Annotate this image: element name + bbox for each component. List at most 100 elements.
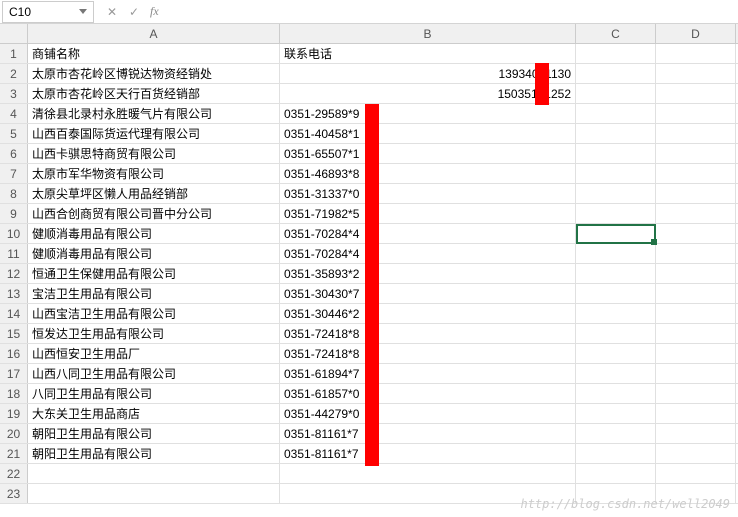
cell[interactable] bbox=[576, 284, 656, 303]
cell[interactable]: 0351-72418*8 bbox=[280, 344, 576, 363]
cell[interactable]: 恒发达卫生用品有限公司 bbox=[28, 324, 280, 343]
cell[interactable] bbox=[656, 84, 736, 103]
row-header[interactable]: 4 bbox=[0, 104, 28, 123]
cell[interactable] bbox=[28, 484, 280, 503]
row-header[interactable]: 19 bbox=[0, 404, 28, 423]
col-header-C[interactable]: C bbox=[576, 24, 656, 43]
cell[interactable] bbox=[576, 304, 656, 323]
cell[interactable] bbox=[576, 204, 656, 223]
cell[interactable] bbox=[656, 304, 736, 323]
cell[interactable]: 朝阳卫生用品有限公司 bbox=[28, 424, 280, 443]
row-header[interactable]: 1 bbox=[0, 44, 28, 63]
cell[interactable] bbox=[656, 444, 736, 463]
cell[interactable] bbox=[576, 384, 656, 403]
name-box[interactable]: C10 bbox=[2, 1, 94, 23]
cell[interactable] bbox=[656, 264, 736, 283]
select-all-corner[interactable] bbox=[0, 24, 28, 43]
row-header[interactable]: 12 bbox=[0, 264, 28, 283]
cell[interactable] bbox=[656, 384, 736, 403]
cell[interactable] bbox=[656, 344, 736, 363]
cell[interactable]: 0351-70284*4 bbox=[280, 244, 576, 263]
cell[interactable]: 0351-81161*7 bbox=[280, 444, 576, 463]
cell[interactable]: 0351-40458*1 bbox=[280, 124, 576, 143]
row-header[interactable]: 2 bbox=[0, 64, 28, 83]
cell[interactable] bbox=[576, 44, 656, 63]
cell[interactable]: 太原市杏花岭区天行百货经销部 bbox=[28, 84, 280, 103]
cell[interactable]: 0351-31337*0 bbox=[280, 184, 576, 203]
cell[interactable]: 13934041130 bbox=[280, 64, 576, 83]
cell[interactable]: 0351-65507*1 bbox=[280, 144, 576, 163]
cell[interactable] bbox=[656, 104, 736, 123]
cell[interactable] bbox=[576, 184, 656, 203]
row-header[interactable]: 20 bbox=[0, 424, 28, 443]
cell[interactable]: 恒通卫生保健用品有限公司 bbox=[28, 264, 280, 283]
cell[interactable]: 0351-72418*8 bbox=[280, 324, 576, 343]
cell[interactable] bbox=[656, 164, 736, 183]
cell[interactable] bbox=[576, 244, 656, 263]
cell[interactable]: 山西合创商贸有限公司晋中分公司 bbox=[28, 204, 280, 223]
cell[interactable]: 0351-71982*5 bbox=[280, 204, 576, 223]
cell[interactable] bbox=[576, 444, 656, 463]
cell[interactable]: 健顺消毒用品有限公司 bbox=[28, 244, 280, 263]
cell[interactable]: 健顺消毒用品有限公司 bbox=[28, 224, 280, 243]
cell[interactable]: 山西宝洁卫生用品有限公司 bbox=[28, 304, 280, 323]
row-header[interactable]: 6 bbox=[0, 144, 28, 163]
cell[interactable] bbox=[656, 64, 736, 83]
row-header[interactable]: 14 bbox=[0, 304, 28, 323]
cell[interactable] bbox=[656, 364, 736, 383]
row-header[interactable]: 22 bbox=[0, 464, 28, 483]
row-header[interactable]: 23 bbox=[0, 484, 28, 503]
cell[interactable]: 清徐县北录村永胜暖气片有限公司 bbox=[28, 104, 280, 123]
cell[interactable] bbox=[656, 144, 736, 163]
cell[interactable]: 大东关卫生用品商店 bbox=[28, 404, 280, 423]
row-header[interactable]: 11 bbox=[0, 244, 28, 263]
cell[interactable] bbox=[656, 424, 736, 443]
row-header[interactable]: 17 bbox=[0, 364, 28, 383]
col-header-B[interactable]: B bbox=[280, 24, 576, 43]
cell[interactable]: 0351-30430*7 bbox=[280, 284, 576, 303]
row-header[interactable]: 15 bbox=[0, 324, 28, 343]
cell[interactable] bbox=[576, 124, 656, 143]
cell[interactable] bbox=[576, 424, 656, 443]
cell[interactable] bbox=[576, 164, 656, 183]
cell[interactable] bbox=[280, 464, 576, 483]
row-header[interactable]: 18 bbox=[0, 384, 28, 403]
cell[interactable] bbox=[656, 224, 736, 243]
cell[interactable]: 15035171252 bbox=[280, 84, 576, 103]
cell[interactable] bbox=[656, 244, 736, 263]
row-header[interactable]: 21 bbox=[0, 444, 28, 463]
cell[interactable] bbox=[28, 464, 280, 483]
confirm-button[interactable]: ✓ bbox=[124, 2, 144, 22]
row-header[interactable]: 8 bbox=[0, 184, 28, 203]
cell[interactable]: 0351-81161*7 bbox=[280, 424, 576, 443]
fx-icon[interactable]: fx bbox=[150, 4, 159, 19]
cell[interactable]: 0351-30446*2 bbox=[280, 304, 576, 323]
cell[interactable]: 八同卫生用品有限公司 bbox=[28, 384, 280, 403]
cell[interactable]: 山西卡骐思特商贸有限公司 bbox=[28, 144, 280, 163]
cell[interactable]: 朝阳卫生用品有限公司 bbox=[28, 444, 280, 463]
cell[interactable] bbox=[576, 224, 656, 243]
row-header[interactable]: 16 bbox=[0, 344, 28, 363]
col-header-A[interactable]: A bbox=[28, 24, 280, 43]
cell[interactable] bbox=[576, 144, 656, 163]
cell[interactable] bbox=[576, 324, 656, 343]
cell[interactable]: 0351-35893*2 bbox=[280, 264, 576, 283]
cell[interactable] bbox=[656, 184, 736, 203]
cell[interactable] bbox=[656, 44, 736, 63]
cell[interactable]: 太原尖草坪区懒人用品经销部 bbox=[28, 184, 280, 203]
formula-input[interactable] bbox=[159, 1, 738, 23]
cell[interactable]: 宝洁卫生用品有限公司 bbox=[28, 284, 280, 303]
cell[interactable] bbox=[576, 64, 656, 83]
cell[interactable] bbox=[576, 104, 656, 123]
cell[interactable] bbox=[576, 344, 656, 363]
cell[interactable]: 商铺名称 bbox=[28, 44, 280, 63]
cell[interactable]: 0351-61857*0 bbox=[280, 384, 576, 403]
cell[interactable]: 太原市军华物资有限公司 bbox=[28, 164, 280, 183]
cell[interactable] bbox=[576, 84, 656, 103]
cell[interactable] bbox=[576, 404, 656, 423]
cell[interactable] bbox=[656, 404, 736, 423]
row-header[interactable]: 13 bbox=[0, 284, 28, 303]
cell[interactable]: 山西八同卫生用品有限公司 bbox=[28, 364, 280, 383]
cell[interactable] bbox=[656, 124, 736, 143]
cell[interactable] bbox=[656, 284, 736, 303]
